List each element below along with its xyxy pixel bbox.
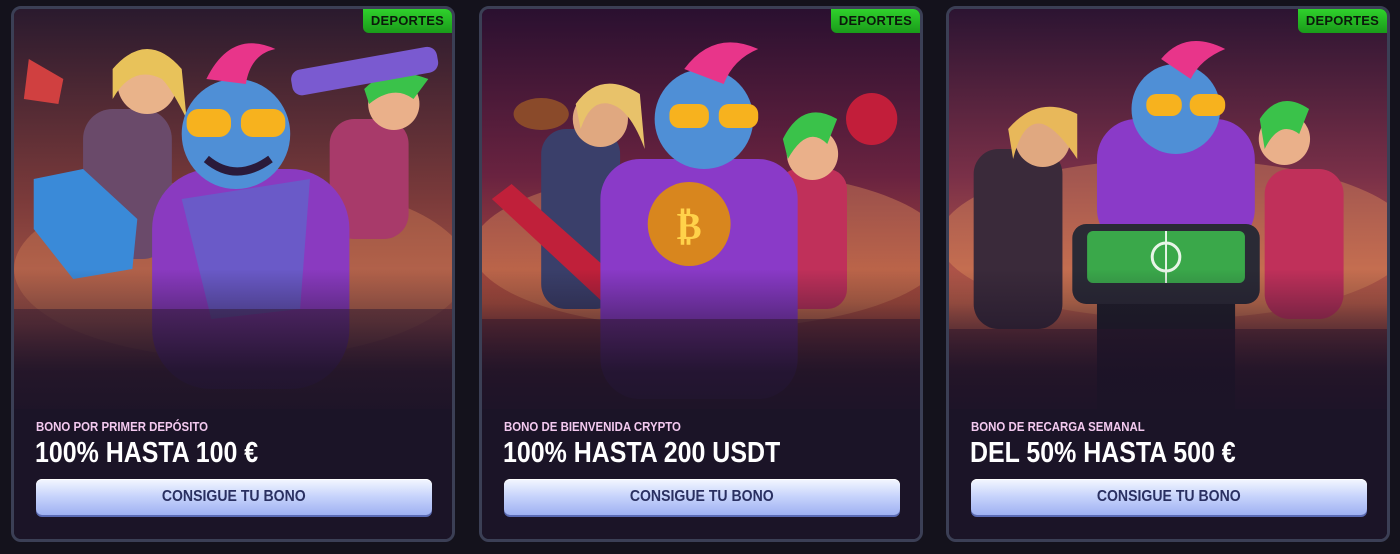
promo-card-row: DEPORTES BONO POR PRIMER DEPÓSITO 100% H… <box>0 0 1400 554</box>
bonus-subtitle: BONO DE BIENVENIDA CRYPTO <box>504 419 681 434</box>
bonus-title: DEL 50% HASTA 500 € <box>970 437 1236 469</box>
get-bonus-button[interactable]: CONSIGUE TU BONO <box>36 479 432 515</box>
bonus-subtitle: BONO DE RECARGA SEMANAL <box>971 419 1145 434</box>
category-badge: DEPORTES <box>362 9 452 33</box>
bonus-title: 100% HASTA 100 € <box>35 437 259 469</box>
promo-card-first-deposit[interactable]: DEPORTES BONO POR PRIMER DEPÓSITO 100% H… <box>11 6 455 542</box>
get-bonus-button[interactable]: CONSIGUE TU BONO <box>504 479 900 515</box>
get-bonus-button-label: CONSIGUE TU BONO <box>1097 488 1241 505</box>
bonus-subtitle: BONO POR PRIMER DEPÓSITO <box>36 419 209 434</box>
category-badge: DEPORTES <box>1297 9 1387 33</box>
promo-card-crypto-welcome[interactable]: ₿ DEPORTES BONO DE BIENVENIDA CRYPTO 100… <box>479 6 923 542</box>
get-bonus-button-label: CONSIGUE TU BONO <box>162 488 306 505</box>
promo-card-weekly-reload[interactable]: DEPORTES BONO DE RECARGA SEMANAL DEL 50%… <box>946 6 1390 542</box>
category-badge: DEPORTES <box>830 9 920 33</box>
get-bonus-button-label: CONSIGUE TU BONO <box>630 488 774 505</box>
svg-text:₿: ₿ <box>677 204 702 248</box>
get-bonus-button[interactable]: CONSIGUE TU BONO <box>971 479 1367 515</box>
bonus-title: 100% HASTA 200 USDT <box>503 437 781 469</box>
